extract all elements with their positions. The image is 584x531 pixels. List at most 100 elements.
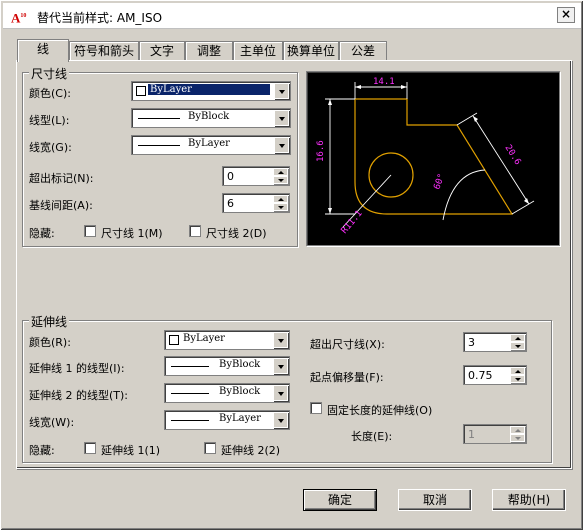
chevron-down-icon[interactable] — [273, 358, 288, 374]
spin-up-icon[interactable] — [510, 426, 525, 434]
spinner-buttons — [510, 334, 525, 350]
spin-down-icon[interactable] — [510, 434, 525, 442]
origin-offset-value: 0.75 — [468, 369, 493, 382]
extend-ticks-spinner[interactable]: 0 — [222, 166, 290, 186]
line-sample — [171, 366, 209, 367]
help-button[interactable]: 帮助(H) — [492, 489, 566, 511]
spinner-buttons — [510, 367, 525, 383]
spinner-buttons — [510, 426, 525, 442]
ext2-linetype-label: 延伸线 2 的线型(T): — [29, 389, 128, 402]
dim-suppress-label: 隐藏: — [29, 227, 55, 240]
line-sample — [171, 420, 209, 421]
tab-primary-units[interactable]: 主单位 — [233, 41, 283, 61]
length-spinner[interactable]: 1 — [463, 424, 527, 444]
cancel-button[interactable]: 取消 — [398, 489, 472, 511]
dim-text-angle: 60° — [432, 172, 447, 191]
dim-color-select[interactable]: ByLayer — [131, 81, 291, 101]
suppress-dim1-label: 尺寸线 1(M) — [101, 227, 163, 240]
tab-fit[interactable]: 调整 — [185, 41, 233, 61]
suppress-dim1-checkbox[interactable] — [84, 225, 96, 237]
close-button[interactable]: × — [557, 7, 575, 23]
ext-lineweight-value: ByLayer — [219, 413, 261, 424]
ext2-linetype-select[interactable]: ByBlock — [164, 383, 290, 403]
origin-offset-label: 起点偏移量(F): — [310, 371, 384, 384]
color-swatch — [136, 86, 146, 96]
spin-down-icon[interactable] — [510, 375, 525, 383]
preview-pane: 14.1 16.6 20.6 R11.1 60° — [306, 71, 560, 246]
dim-text-top: 14.1 — [373, 77, 395, 87]
spinner-buttons — [273, 195, 288, 211]
title-bar: A10 替代当前样式: AM_ISO × — [3, 3, 581, 29]
extend-beyond-label: 超出尺寸线(X): — [310, 338, 385, 351]
dim-color-label: 颜色(C): — [29, 87, 71, 100]
chevron-down-icon[interactable] — [274, 137, 289, 153]
extend-beyond-spinner[interactable]: 3 — [463, 332, 527, 352]
tab-alternate-units[interactable]: 换算单位 — [283, 41, 339, 61]
ext-color-value: ByLayer — [183, 333, 225, 344]
extend-ticks-value: 0 — [227, 170, 234, 183]
suppress-dim2-label: 尺寸线 2(D) — [206, 227, 267, 240]
ext-color-label: 颜色(R): — [29, 336, 71, 349]
tab-text[interactable]: 文字 — [139, 41, 185, 61]
spinner-buttons — [273, 168, 288, 184]
dim-lineweight-label: 线宽(G): — [29, 141, 72, 154]
ext2-linetype-value: ByBlock — [219, 386, 261, 397]
extend-ticks-label: 超出标记(N): — [29, 172, 94, 185]
spin-up-icon[interactable] — [510, 334, 525, 342]
chevron-down-icon[interactable] — [274, 83, 289, 99]
tab-lines[interactable]: 线 — [17, 39, 69, 62]
dimension-style-dialog: A10 替代当前样式: AM_ISO × 线 符号和箭头 文字 调整 主单位 换… — [0, 0, 584, 531]
ext-suppress-label: 隐藏: — [29, 444, 55, 457]
suppress-ext2-checkbox[interactable] — [204, 442, 216, 454]
spin-up-icon[interactable] — [273, 168, 288, 176]
fixed-length-checkbox[interactable] — [310, 402, 322, 414]
preview-dim-text: 14.1 16.6 20.6 R11.1 60° — [316, 77, 522, 236]
ext-lines-legend: 延伸线 — [29, 313, 70, 330]
dim-text-radius: R11.1 — [340, 209, 365, 236]
dim-lineweight-select[interactable]: ByLayer — [131, 135, 291, 155]
suppress-dim2-checkbox[interactable] — [189, 225, 201, 237]
line-sample — [171, 393, 209, 394]
spin-down-icon[interactable] — [273, 203, 288, 211]
suppress-ext1-checkbox[interactable] — [84, 442, 96, 454]
chevron-down-icon[interactable] — [273, 332, 288, 348]
dim-linetype-select[interactable]: ByBlock — [131, 108, 291, 128]
ext-lineweight-select[interactable]: ByLayer — [164, 410, 290, 430]
preview-geometry — [354, 98, 514, 215]
baseline-spacing-value: 6 — [227, 197, 234, 210]
ext1-linetype-value: ByBlock — [219, 359, 261, 370]
window-title: 替代当前样式: AM_ISO — [37, 11, 163, 25]
preview-dimensions — [325, 82, 535, 228]
baseline-spacing-label: 基线间距(A): — [29, 199, 93, 212]
line-sample — [138, 145, 180, 146]
dim-linetype-value: ByBlock — [188, 111, 230, 122]
spin-up-icon[interactable] — [273, 195, 288, 203]
tab-symbols-arrows[interactable]: 符号和箭头 — [69, 41, 139, 61]
chevron-down-icon[interactable] — [273, 385, 288, 401]
dim-text-slant: 20.6 — [502, 143, 522, 167]
ok-button[interactable]: 确定 — [303, 489, 377, 511]
dim-linetype-label: 线型(L): — [29, 114, 70, 127]
line-sample — [138, 118, 180, 119]
ext-lineweight-label: 线宽(W): — [29, 416, 75, 429]
chevron-down-icon[interactable] — [274, 110, 289, 126]
ext1-linetype-label: 延伸线 1 的线型(I): — [29, 362, 125, 375]
chevron-down-icon[interactable] — [273, 412, 288, 428]
fixed-length-label: 固定长度的延伸线(O) — [327, 404, 433, 417]
extend-beyond-value: 3 — [468, 336, 475, 349]
dim-lineweight-value: ByLayer — [188, 138, 230, 149]
dim-text-left: 16.6 — [316, 140, 326, 162]
spin-up-icon[interactable] — [510, 367, 525, 375]
preview-arrows — [328, 85, 529, 214]
spin-down-icon[interactable] — [510, 342, 525, 350]
dim-color-value: ByLayer — [148, 84, 270, 95]
baseline-spacing-spinner[interactable]: 6 — [222, 193, 290, 213]
ext-color-select[interactable]: ByLayer — [164, 330, 290, 350]
origin-offset-spinner[interactable]: 0.75 — [463, 365, 527, 385]
suppress-ext2-label: 延伸线 2(2) — [221, 444, 281, 457]
tab-tolerances[interactable]: 公差 — [339, 41, 387, 61]
suppress-ext1-label: 延伸线 1(1) — [101, 444, 161, 457]
spin-down-icon[interactable] — [273, 176, 288, 184]
ext1-linetype-select[interactable]: ByBlock — [164, 356, 290, 376]
length-label: 长度(E): — [351, 430, 393, 443]
